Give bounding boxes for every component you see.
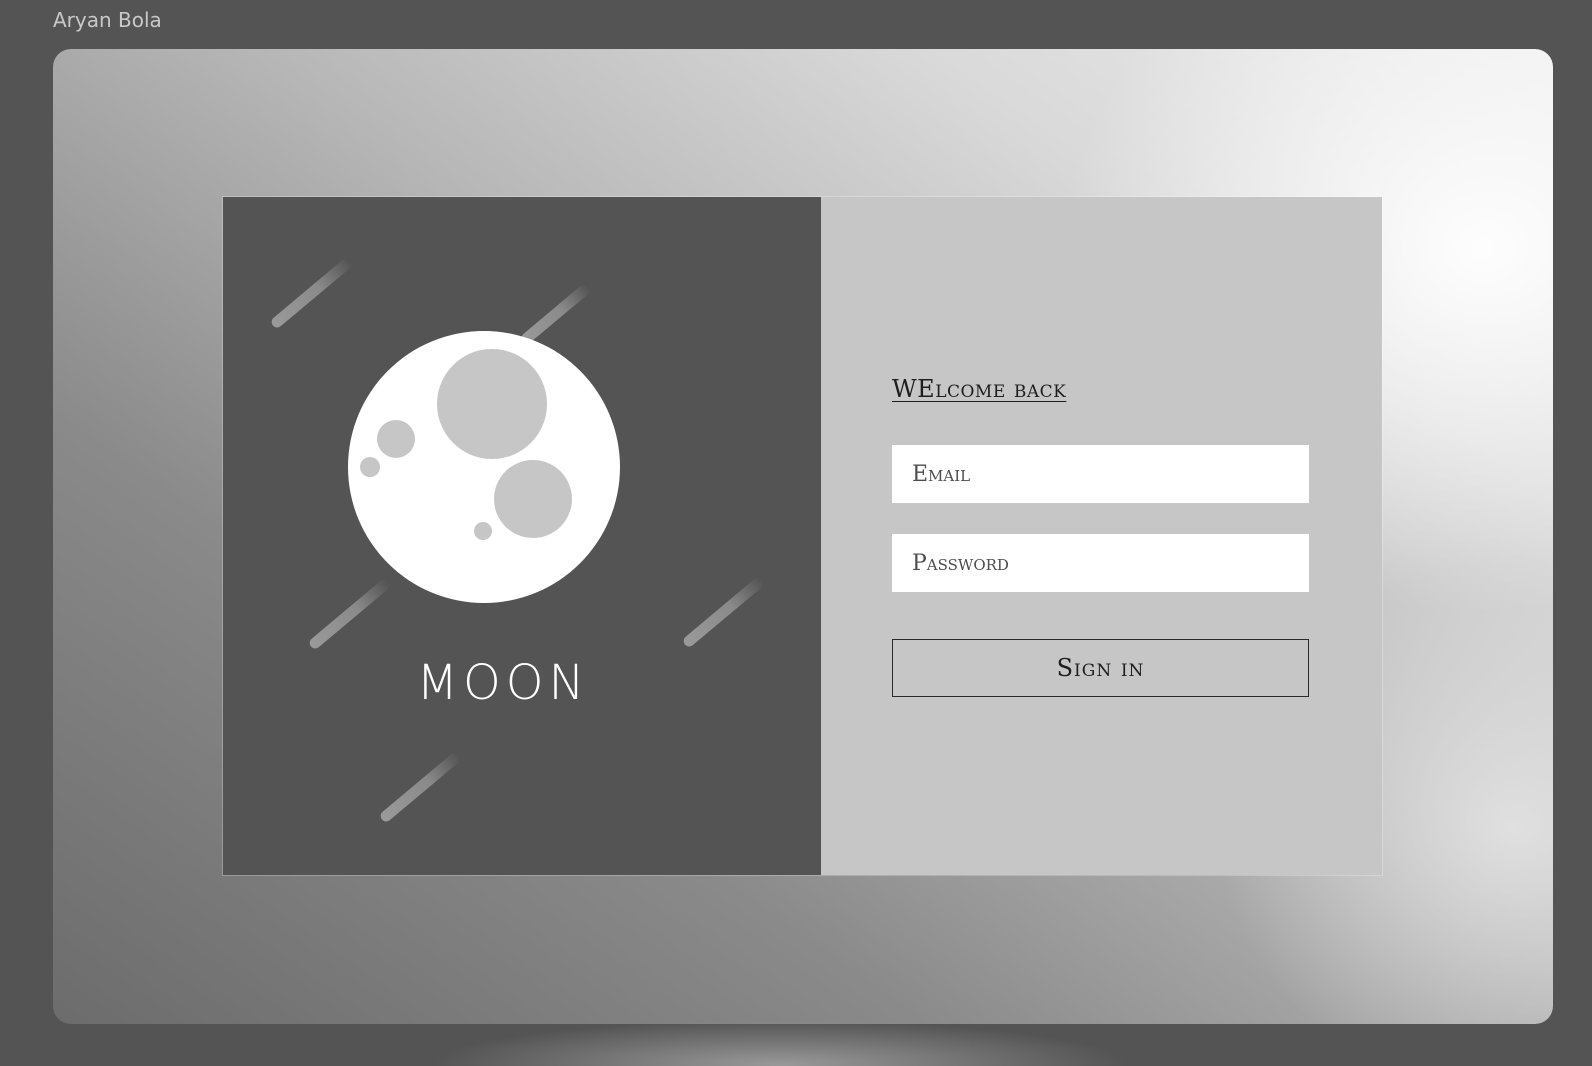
moon-crater bbox=[360, 457, 380, 477]
shooting-star-streak bbox=[378, 751, 463, 824]
shooting-star-streak bbox=[269, 257, 354, 330]
brand-panel: MOON bbox=[223, 197, 821, 875]
moon-illustration-icon bbox=[348, 331, 620, 603]
brand-title: MOON bbox=[416, 655, 590, 711]
moon-crater bbox=[437, 349, 547, 459]
shooting-star-streak bbox=[681, 576, 766, 649]
sign-in-button[interactable]: Sign in bbox=[892, 639, 1309, 697]
moon-crater bbox=[494, 460, 572, 538]
moon-crater bbox=[474, 522, 492, 540]
background-glow bbox=[430, 1020, 1130, 1066]
login-card: MOON WElcome back Sign in bbox=[223, 197, 1382, 875]
frame-label[interactable]: Aryan Bola bbox=[53, 8, 162, 32]
moon-crater bbox=[377, 420, 415, 458]
email-field[interactable] bbox=[892, 445, 1309, 503]
password-field[interactable] bbox=[892, 534, 1309, 592]
welcome-heading: WElcome back bbox=[892, 375, 1067, 403]
form-panel: WElcome back Sign in bbox=[821, 197, 1382, 875]
design-frame: MOON WElcome back Sign in bbox=[53, 49, 1553, 1024]
canvas: Aryan Bola MOON WElcome back Email Sign … bbox=[0, 0, 1592, 1066]
